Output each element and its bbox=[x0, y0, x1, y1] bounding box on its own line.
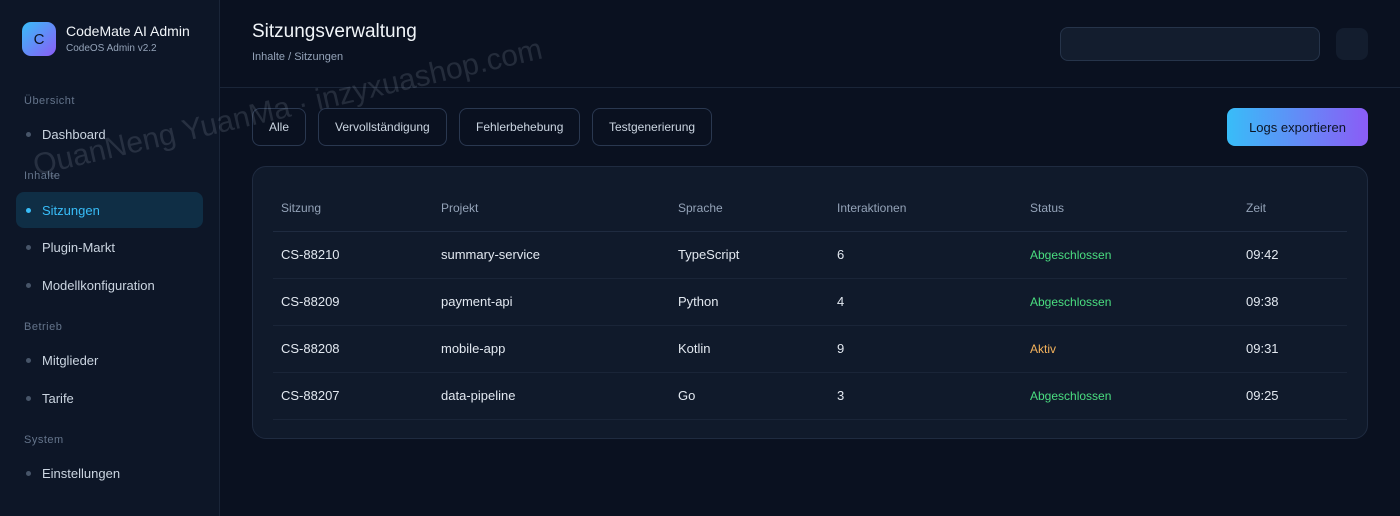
nav-section-system: System bbox=[24, 434, 64, 446]
table-row[interactable]: CS-88209 payment-api Python 4 Abgeschlos… bbox=[273, 278, 1347, 326]
sidebar: C CodeMate AI Admin CodeOS Admin v2.2 Üb… bbox=[0, 0, 220, 516]
topbar: Sitzungsverwaltung Inhalte / Sitzungen bbox=[220, 0, 1400, 88]
filter-testgen-button[interactable]: Testgenerierung bbox=[592, 108, 713, 146]
cell-project: mobile-app bbox=[433, 325, 670, 373]
column-header-session: Sitzung bbox=[273, 185, 433, 232]
search-input[interactable] bbox=[1060, 27, 1320, 61]
sessions-table-card: Sitzung Projekt Sprache Interaktionen St… bbox=[252, 166, 1368, 439]
cell-language: Go bbox=[670, 372, 829, 420]
sidebar-item-label: Plugin-Markt bbox=[42, 239, 115, 255]
table-row[interactable]: CS-88207 data-pipeline Go 3 Abgeschlosse… bbox=[273, 372, 1347, 420]
cell-language: TypeScript bbox=[670, 231, 829, 279]
sidebar-item-plugin-market[interactable]: Plugin-Markt bbox=[16, 229, 203, 265]
dot-icon bbox=[26, 470, 31, 476]
cell-interactions: 4 bbox=[829, 278, 1022, 326]
dot-icon bbox=[26, 357, 31, 363]
main-content: Sitzungsverwaltung Inhalte / Sitzungen A… bbox=[220, 0, 1400, 516]
sidebar-item-label: Modellkonfiguration bbox=[42, 277, 155, 293]
cell-status: Abgeschlossen bbox=[1022, 278, 1238, 326]
sidebar-item-members[interactable]: Mitglieder bbox=[16, 342, 203, 378]
column-header-project: Projekt bbox=[433, 185, 670, 232]
cell-time: 09:38 bbox=[1238, 278, 1347, 326]
dot-icon bbox=[26, 244, 31, 250]
brand-subtitle: CodeOS Admin v2.2 bbox=[66, 43, 157, 54]
page-title: Sitzungsverwaltung bbox=[252, 21, 417, 42]
cell-project: summary-service bbox=[433, 231, 670, 279]
cell-session-id: CS-88207 bbox=[273, 372, 433, 420]
dot-icon bbox=[26, 207, 31, 213]
filter-debugging-button[interactable]: Fehlerbehebung bbox=[459, 108, 581, 146]
sidebar-item-label: Dashboard bbox=[42, 126, 106, 142]
sidebar-item-sessions[interactable]: Sitzungen bbox=[16, 192, 203, 228]
cell-time: 09:25 bbox=[1238, 372, 1347, 420]
column-header-interactions: Interaktionen bbox=[829, 185, 1022, 232]
brand-title: CodeMate AI Admin bbox=[66, 23, 190, 39]
cell-session-id: CS-88209 bbox=[273, 278, 433, 326]
export-logs-button[interactable]: Logs exportieren bbox=[1227, 108, 1368, 146]
cell-status: Aktiv bbox=[1022, 325, 1238, 373]
sidebar-item-settings[interactable]: Einstellungen bbox=[16, 455, 203, 491]
cell-time: 09:42 bbox=[1238, 231, 1347, 279]
cell-time: 09:31 bbox=[1238, 325, 1347, 373]
table-header-row: Sitzung Projekt Sprache Interaktionen St… bbox=[273, 185, 1347, 232]
nav-section-operations: Betrieb bbox=[24, 321, 63, 333]
status-badge: Abgeschlossen bbox=[1030, 295, 1112, 309]
sidebar-item-dashboard[interactable]: Dashboard bbox=[16, 116, 203, 152]
brand: C CodeMate AI Admin CodeOS Admin v2.2 bbox=[22, 22, 190, 56]
table-row[interactable]: CS-88210 summary-service TypeScript 6 Ab… bbox=[273, 231, 1347, 279]
cell-interactions: 9 bbox=[829, 325, 1022, 373]
cell-status: Abgeschlossen bbox=[1022, 231, 1238, 279]
status-badge: Abgeschlossen bbox=[1030, 389, 1112, 403]
sidebar-item-plans[interactable]: Tarife bbox=[16, 380, 203, 416]
sidebar-item-label: Mitglieder bbox=[42, 352, 99, 368]
nav-section-content: Inhalte bbox=[24, 170, 61, 182]
cell-status: Abgeschlossen bbox=[1022, 372, 1238, 420]
breadcrumb: Inhalte / Sitzungen bbox=[252, 51, 344, 63]
filter-all-button[interactable]: Alle bbox=[252, 108, 307, 146]
cell-session-id: CS-88208 bbox=[273, 325, 433, 373]
cell-interactions: 3 bbox=[829, 372, 1022, 420]
status-badge: Aktiv bbox=[1030, 342, 1057, 356]
filter-completion-button[interactable]: Vervollständigung bbox=[318, 108, 447, 146]
cell-session-id: CS-88210 bbox=[273, 231, 433, 279]
dot-icon bbox=[26, 282, 31, 288]
cell-language: Python bbox=[670, 278, 829, 326]
sidebar-item-label: Tarife bbox=[42, 390, 74, 406]
column-header-language: Sprache bbox=[670, 185, 829, 232]
dot-icon bbox=[26, 395, 31, 401]
column-header-status: Status bbox=[1022, 185, 1238, 232]
user-menu-button[interactable] bbox=[1336, 28, 1368, 60]
cell-interactions: 6 bbox=[829, 231, 1022, 279]
status-badge: Abgeschlossen bbox=[1030, 248, 1112, 262]
nav-section-overview: Übersicht bbox=[24, 95, 75, 107]
sidebar-item-label: Einstellungen bbox=[42, 465, 121, 481]
dot-icon bbox=[26, 131, 31, 137]
sidebar-item-model-config[interactable]: Modellkonfiguration bbox=[16, 267, 203, 303]
brand-logo: C bbox=[22, 22, 56, 56]
sessions-table: Sitzung Projekt Sprache Interaktionen St… bbox=[273, 185, 1347, 420]
cell-project: data-pipeline bbox=[433, 372, 670, 420]
table-row[interactable]: CS-88208 mobile-app Kotlin 9 Aktiv 09:31 bbox=[273, 325, 1347, 373]
cell-project: payment-api bbox=[433, 278, 670, 326]
sidebar-item-label: Sitzungen bbox=[42, 202, 100, 218]
column-header-time: Zeit bbox=[1238, 185, 1347, 232]
cell-language: Kotlin bbox=[670, 325, 829, 373]
